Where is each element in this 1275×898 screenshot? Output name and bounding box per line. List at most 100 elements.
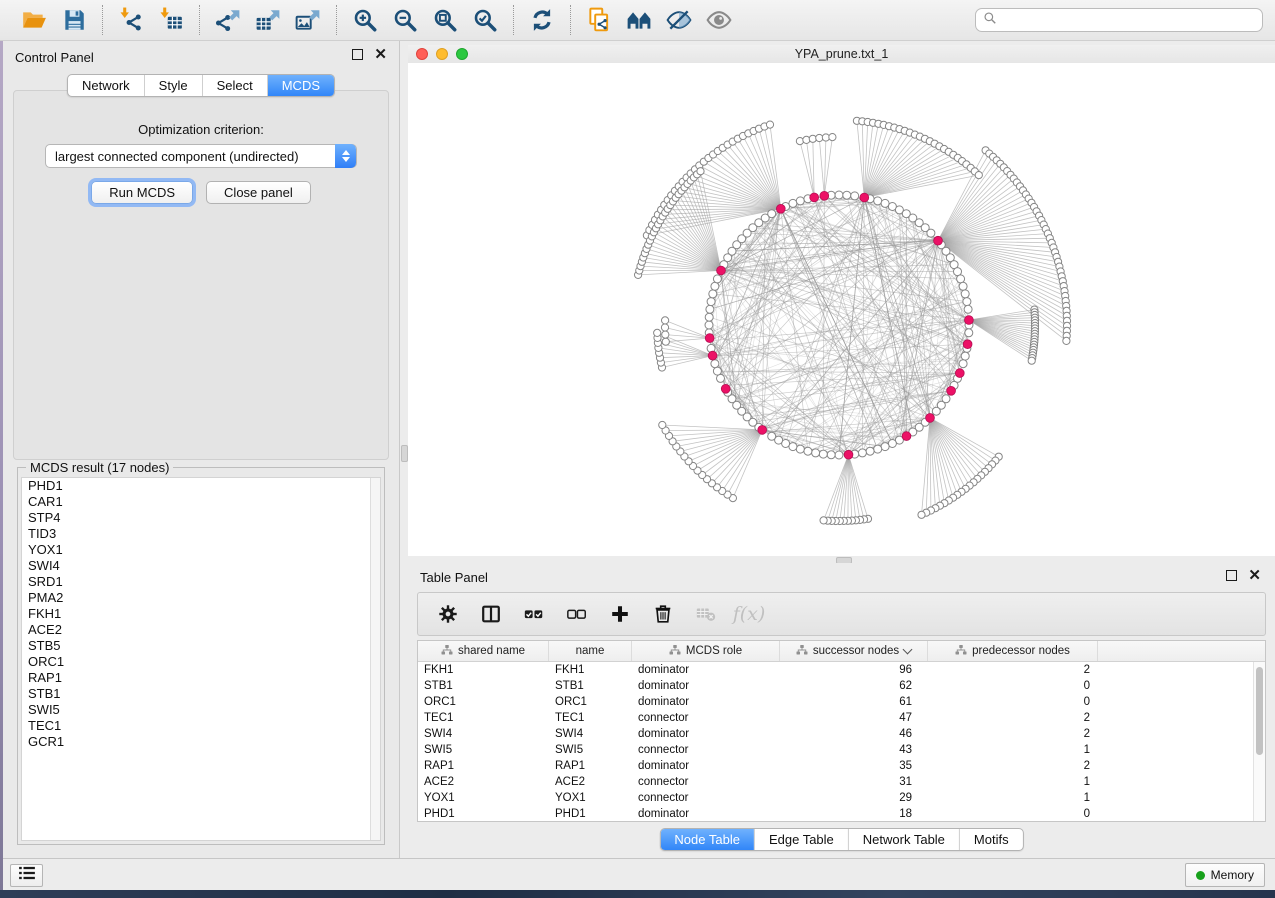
new-network-from-selection-icon[interactable]	[584, 5, 614, 35]
result-list-item[interactable]: PHD1	[22, 478, 380, 494]
result-list-item[interactable]: SWI4	[22, 558, 380, 574]
result-list-item[interactable]: STB1	[22, 686, 380, 702]
table-scrollbar[interactable]	[1253, 662, 1265, 821]
table-row[interactable]: SWI4SWI4dominator462	[418, 726, 1265, 742]
close-panel-icon[interactable]: ✕	[374, 50, 387, 60]
result-list-item[interactable]: SRD1	[22, 574, 380, 590]
table-row[interactable]: RAP1RAP1dominator352	[418, 758, 1265, 774]
table-row[interactable]: STB1STB1dominator620	[418, 678, 1265, 694]
vertical-splitter[interactable]	[400, 41, 408, 858]
memory-status-icon	[1196, 871, 1205, 880]
function-builder-icon: f(x)	[736, 601, 762, 627]
result-list-item[interactable]: ORC1	[22, 654, 380, 670]
table-settings-icon[interactable]	[435, 601, 461, 627]
float-table-panel-icon[interactable]	[1226, 570, 1237, 581]
column-header-predecessor-nodes[interactable]: predecessor nodes	[928, 641, 1098, 661]
result-list-item[interactable]: YOX1	[22, 542, 380, 558]
criterion-dropdown[interactable]: largest connected component (undirected)	[45, 144, 357, 168]
result-list-item[interactable]: STP4	[22, 510, 380, 526]
save-session-icon[interactable]	[59, 5, 89, 35]
tab-mcds[interactable]: MCDS	[267, 75, 334, 96]
column-header-shared-name[interactable]: shared name	[418, 641, 549, 661]
table-cell: 1	[928, 744, 1098, 756]
result-list-item[interactable]: TEC1	[22, 718, 380, 734]
search-box[interactable]	[975, 8, 1263, 32]
import-table-icon[interactable]	[156, 5, 186, 35]
select-all-rows-icon[interactable]	[521, 601, 547, 627]
table-cell: dominator	[632, 680, 780, 692]
hide-graphics-details-icon[interactable]	[664, 5, 694, 35]
result-list-item[interactable]: CAR1	[22, 494, 380, 510]
add-column-icon[interactable]	[607, 601, 633, 627]
horizontal-splitter[interactable]	[408, 556, 1275, 563]
result-list-item[interactable]: FKH1	[22, 606, 380, 622]
deselect-all-rows-icon[interactable]	[564, 601, 590, 627]
table-cell: 61	[780, 696, 928, 708]
table-row[interactable]: YOX1YOX1connector291	[418, 790, 1265, 806]
export-network-icon[interactable]	[213, 5, 243, 35]
import-network-icon[interactable]	[116, 5, 146, 35]
table-cell: 1	[928, 776, 1098, 788]
table-cell: YOX1	[549, 792, 632, 804]
table-row[interactable]: ORC1ORC1dominator610	[418, 694, 1265, 710]
table-cell: TEC1	[418, 712, 549, 724]
result-scrollbar[interactable]	[370, 478, 380, 840]
result-list-item[interactable]: SWI5	[22, 702, 380, 718]
column-header-MCDS-role[interactable]: MCDS role	[632, 641, 780, 661]
zoom-fit-icon[interactable]	[430, 5, 460, 35]
refresh-network-icon[interactable]	[527, 5, 557, 35]
close-panel-button[interactable]: Close panel	[206, 181, 311, 204]
result-list-item[interactable]: GCR1	[22, 734, 380, 750]
network-view[interactable]	[408, 63, 1275, 556]
delete-column-icon[interactable]	[650, 601, 676, 627]
table-cell: TEC1	[549, 712, 632, 724]
run-mcds-button[interactable]: Run MCDS	[91, 181, 193, 204]
float-panel-icon[interactable]	[352, 49, 363, 60]
column-visibility-icon[interactable]	[478, 601, 504, 627]
export-image-icon[interactable]	[293, 5, 323, 35]
tab-select[interactable]: Select	[202, 75, 267, 96]
tab-node-table[interactable]: Node Table	[660, 829, 754, 850]
table-toolbar: f(x)	[417, 592, 1266, 636]
scrollbar-thumb[interactable]	[1256, 667, 1263, 755]
search-input[interactable]	[1002, 12, 1262, 28]
tab-network-table[interactable]: Network Table	[848, 829, 959, 850]
tab-edge-table[interactable]: Edge Table	[754, 829, 848, 850]
memory-button[interactable]: Memory	[1185, 863, 1265, 887]
table-header-row: shared namenameMCDS rolesuccessor nodesp…	[418, 641, 1265, 662]
table-cell: 2	[928, 728, 1098, 740]
result-list-item[interactable]: ACE2	[22, 622, 380, 638]
close-table-panel-icon[interactable]: ✕	[1248, 571, 1261, 581]
tab-style[interactable]: Style	[144, 75, 202, 96]
table-cell: 2	[928, 760, 1098, 772]
result-list-item[interactable]: TID3	[22, 526, 380, 542]
task-history-button[interactable]	[10, 864, 43, 887]
node-table: shared namenameMCDS rolesuccessor nodesp…	[417, 640, 1266, 822]
birds-eye-view-icon[interactable]	[704, 5, 734, 35]
column-header-filler	[1098, 641, 1265, 661]
result-list-item[interactable]: PMA2	[22, 590, 380, 606]
splitter-handle[interactable]	[401, 445, 408, 462]
table-row[interactable]: TEC1TEC1connector472	[418, 710, 1265, 726]
tab-network[interactable]: Network	[68, 75, 144, 96]
result-list-item[interactable]: STB5	[22, 638, 380, 654]
mcds-result-list[interactable]: PHD1CAR1STP4TID3YOX1SWI4SRD1PMA2FKH1ACE2…	[21, 477, 381, 841]
toolbar-group	[6, 5, 102, 35]
export-table-icon[interactable]	[253, 5, 283, 35]
table-cell: FKH1	[549, 664, 632, 676]
first-neighbors-icon[interactable]	[624, 5, 654, 35]
column-header-successor-nodes[interactable]: successor nodes	[780, 641, 928, 661]
network-window-titlebar[interactable]: YPA_prune.txt_1	[408, 45, 1275, 64]
zoom-out-icon[interactable]	[390, 5, 420, 35]
tab-motifs[interactable]: Motifs	[959, 829, 1023, 850]
zoom-selected-icon[interactable]	[470, 5, 500, 35]
zoom-in-icon[interactable]	[350, 5, 380, 35]
open-file-icon[interactable]	[19, 5, 49, 35]
table-row[interactable]: ACE2ACE2connector311	[418, 774, 1265, 790]
column-header-name[interactable]: name	[549, 641, 632, 661]
table-row[interactable]: FKH1FKH1dominator962	[418, 662, 1265, 678]
table-cell: STB1	[549, 680, 632, 692]
table-row[interactable]: PHD1PHD1dominator180	[418, 806, 1265, 821]
table-row[interactable]: SWI5SWI5connector431	[418, 742, 1265, 758]
result-list-item[interactable]: RAP1	[22, 670, 380, 686]
